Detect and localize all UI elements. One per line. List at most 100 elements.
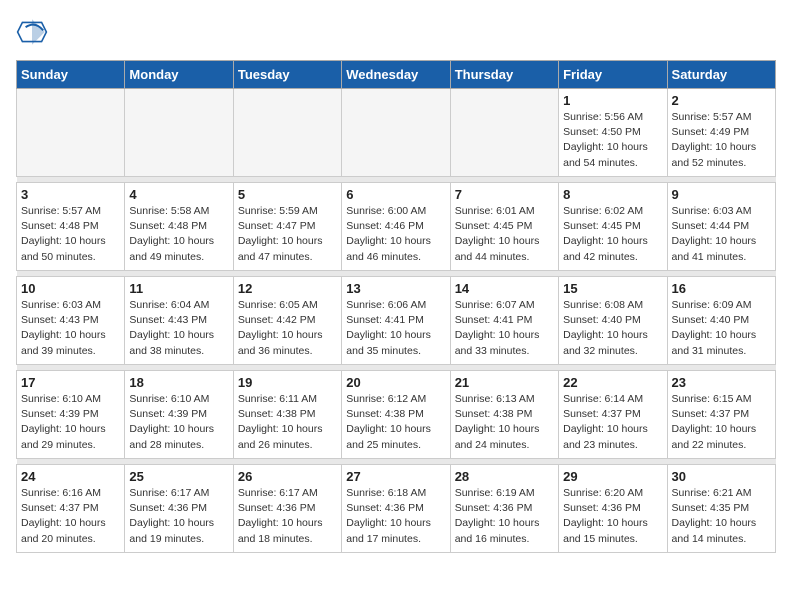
calendar-header-row: SundayMondayTuesdayWednesdayThursdayFrid… xyxy=(17,61,776,89)
day-number: 15 xyxy=(563,281,662,296)
day-detail: Sunrise: 6:15 AM Sunset: 4:37 PM Dayligh… xyxy=(672,392,771,453)
calendar-cell: 16Sunrise: 6:09 AM Sunset: 4:40 PM Dayli… xyxy=(667,277,775,365)
day-detail: Sunrise: 5:57 AM Sunset: 4:49 PM Dayligh… xyxy=(672,110,771,171)
day-detail: Sunrise: 6:17 AM Sunset: 4:36 PM Dayligh… xyxy=(129,486,228,547)
calendar-cell: 25 Sunrise: 6:17 AM Sunset: 4:36 PM Dayli… xyxy=(125,465,233,553)
calendar-table: SundayMondayTuesdayWednesdayThursdayFrid… xyxy=(16,60,776,553)
page-header xyxy=(16,16,776,48)
day-detail: Sunrise: 5:59 AM Sunset: 4:47 PM Dayligh… xyxy=(238,204,337,265)
calendar-cell: 5Sunrise: 5:59 AM Sunset: 4:47 PM Daylig… xyxy=(233,183,341,271)
calendar-week-row: 17 Sunrise: 6:10 AM Sunset: 4:39 PM Dayli… xyxy=(17,371,776,459)
calendar-cell: 6Sunrise: 6:00 AM Sunset: 4:46 PM Daylig… xyxy=(342,183,450,271)
day-header-saturday: Saturday xyxy=(667,61,775,89)
calendar-cell: 28 Sunrise: 6:19 AM Sunset: 4:36 PM Dayli… xyxy=(450,465,558,553)
calendar-cell: 15 Sunrise: 6:08 AM Sunset: 4:40 PM Dayli… xyxy=(559,277,667,365)
day-number: 2 xyxy=(672,93,771,108)
day-detail: Sunrise: 6:03 AM Sunset: 4:44 PM Dayligh… xyxy=(672,204,771,265)
calendar-cell: 14Sunrise: 6:07 AM Sunset: 4:41 PM Dayli… xyxy=(450,277,558,365)
day-number: 9 xyxy=(672,187,771,202)
day-number: 26 xyxy=(238,469,337,484)
day-number: 4 xyxy=(129,187,228,202)
calendar-cell: 8 Sunrise: 6:02 AM Sunset: 4:45 PM Daylig… xyxy=(559,183,667,271)
day-detail: Sunrise: 6:05 AM Sunset: 4:42 PM Dayligh… xyxy=(238,298,337,359)
day-detail: Sunrise: 6:10 AM Sunset: 4:39 PM Dayligh… xyxy=(129,392,228,453)
calendar-week-row: 10Sunrise: 6:03 AM Sunset: 4:43 PM Dayli… xyxy=(17,277,776,365)
day-detail: Sunrise: 6:09 AM Sunset: 4:40 PM Dayligh… xyxy=(672,298,771,359)
day-number: 8 xyxy=(563,187,662,202)
day-header-friday: Friday xyxy=(559,61,667,89)
day-detail: Sunrise: 6:16 AM Sunset: 4:37 PM Dayligh… xyxy=(21,486,120,547)
day-detail: Sunrise: 6:11 AM Sunset: 4:38 PM Dayligh… xyxy=(238,392,337,453)
calendar-cell xyxy=(17,89,125,177)
day-number: 12 xyxy=(238,281,337,296)
day-detail: Sunrise: 6:20 AM Sunset: 4:36 PM Dayligh… xyxy=(563,486,662,547)
calendar-cell: 7 Sunrise: 6:01 AM Sunset: 4:45 PM Daylig… xyxy=(450,183,558,271)
calendar-cell: 22 Sunrise: 6:14 AM Sunset: 4:37 PM Dayli… xyxy=(559,371,667,459)
day-number: 21 xyxy=(455,375,554,390)
day-number: 29 xyxy=(563,469,662,484)
day-detail: Sunrise: 6:21 AM Sunset: 4:35 PM Dayligh… xyxy=(672,486,771,547)
day-detail: Sunrise: 6:12 AM Sunset: 4:38 PM Dayligh… xyxy=(346,392,445,453)
day-number: 18 xyxy=(129,375,228,390)
day-number: 7 xyxy=(455,187,554,202)
day-number: 11 xyxy=(129,281,228,296)
calendar-week-row: 3 Sunrise: 5:57 AM Sunset: 4:48 PM Daylig… xyxy=(17,183,776,271)
calendar-week-row: 1 Sunrise: 5:56 AM Sunset: 4:50 PM Daylig… xyxy=(17,89,776,177)
calendar-cell: 4 Sunrise: 5:58 AM Sunset: 4:48 PM Daylig… xyxy=(125,183,233,271)
day-number: 3 xyxy=(21,187,120,202)
day-header-wednesday: Wednesday xyxy=(342,61,450,89)
calendar-week-row: 24 Sunrise: 6:16 AM Sunset: 4:37 PM Dayli… xyxy=(17,465,776,553)
day-detail: Sunrise: 5:57 AM Sunset: 4:48 PM Dayligh… xyxy=(21,204,120,265)
calendar-cell: 18 Sunrise: 6:10 AM Sunset: 4:39 PM Dayli… xyxy=(125,371,233,459)
day-number: 17 xyxy=(21,375,120,390)
calendar-cell xyxy=(342,89,450,177)
calendar-cell: 1 Sunrise: 5:56 AM Sunset: 4:50 PM Daylig… xyxy=(559,89,667,177)
logo xyxy=(16,16,52,48)
day-number: 1 xyxy=(563,93,662,108)
day-number: 30 xyxy=(672,469,771,484)
day-number: 13 xyxy=(346,281,445,296)
calendar-cell: 30 Sunrise: 6:21 AM Sunset: 4:35 PM Dayli… xyxy=(667,465,775,553)
day-number: 22 xyxy=(563,375,662,390)
day-detail: Sunrise: 6:10 AM Sunset: 4:39 PM Dayligh… xyxy=(21,392,120,453)
day-detail: Sunrise: 5:58 AM Sunset: 4:48 PM Dayligh… xyxy=(129,204,228,265)
day-detail: Sunrise: 5:56 AM Sunset: 4:50 PM Dayligh… xyxy=(563,110,662,171)
day-detail: Sunrise: 6:08 AM Sunset: 4:40 PM Dayligh… xyxy=(563,298,662,359)
calendar-cell: 2 Sunrise: 5:57 AM Sunset: 4:49 PM Daylig… xyxy=(667,89,775,177)
day-header-thursday: Thursday xyxy=(450,61,558,89)
day-number: 24 xyxy=(21,469,120,484)
day-number: 28 xyxy=(455,469,554,484)
day-detail: Sunrise: 6:06 AM Sunset: 4:41 PM Dayligh… xyxy=(346,298,445,359)
day-detail: Sunrise: 6:14 AM Sunset: 4:37 PM Dayligh… xyxy=(563,392,662,453)
day-header-monday: Monday xyxy=(125,61,233,89)
day-number: 19 xyxy=(238,375,337,390)
day-number: 25 xyxy=(129,469,228,484)
calendar-cell: 11 Sunrise: 6:04 AM Sunset: 4:43 PM Dayli… xyxy=(125,277,233,365)
day-detail: Sunrise: 6:13 AM Sunset: 4:38 PM Dayligh… xyxy=(455,392,554,453)
day-detail: Sunrise: 6:18 AM Sunset: 4:36 PM Dayligh… xyxy=(346,486,445,547)
calendar-cell: 3 Sunrise: 5:57 AM Sunset: 4:48 PM Daylig… xyxy=(17,183,125,271)
day-detail: Sunrise: 6:01 AM Sunset: 4:45 PM Dayligh… xyxy=(455,204,554,265)
logo-icon xyxy=(16,16,48,48)
day-number: 23 xyxy=(672,375,771,390)
day-detail: Sunrise: 6:02 AM Sunset: 4:45 PM Dayligh… xyxy=(563,204,662,265)
calendar-cell: 21 Sunrise: 6:13 AM Sunset: 4:38 PM Dayli… xyxy=(450,371,558,459)
calendar-cell: 23 Sunrise: 6:15 AM Sunset: 4:37 PM Dayli… xyxy=(667,371,775,459)
day-number: 14 xyxy=(455,281,554,296)
calendar-cell: 19 Sunrise: 6:11 AM Sunset: 4:38 PM Dayli… xyxy=(233,371,341,459)
day-header-tuesday: Tuesday xyxy=(233,61,341,89)
calendar-cell: 17 Sunrise: 6:10 AM Sunset: 4:39 PM Dayli… xyxy=(17,371,125,459)
calendar-cell xyxy=(450,89,558,177)
calendar-cell xyxy=(125,89,233,177)
day-header-sunday: Sunday xyxy=(17,61,125,89)
calendar-cell: 29 Sunrise: 6:20 AM Sunset: 4:36 PM Dayli… xyxy=(559,465,667,553)
day-detail: Sunrise: 6:00 AM Sunset: 4:46 PM Dayligh… xyxy=(346,204,445,265)
day-detail: Sunrise: 6:04 AM Sunset: 4:43 PM Dayligh… xyxy=(129,298,228,359)
day-number: 10 xyxy=(21,281,120,296)
calendar-cell: 26Sunrise: 6:17 AM Sunset: 4:36 PM Dayli… xyxy=(233,465,341,553)
day-number: 27 xyxy=(346,469,445,484)
calendar-cell: 12 Sunrise: 6:05 AM Sunset: 4:42 PM Dayli… xyxy=(233,277,341,365)
calendar-cell: 24 Sunrise: 6:16 AM Sunset: 4:37 PM Dayli… xyxy=(17,465,125,553)
calendar-cell: 27 Sunrise: 6:18 AM Sunset: 4:36 PM Dayli… xyxy=(342,465,450,553)
day-detail: Sunrise: 6:19 AM Sunset: 4:36 PM Dayligh… xyxy=(455,486,554,547)
